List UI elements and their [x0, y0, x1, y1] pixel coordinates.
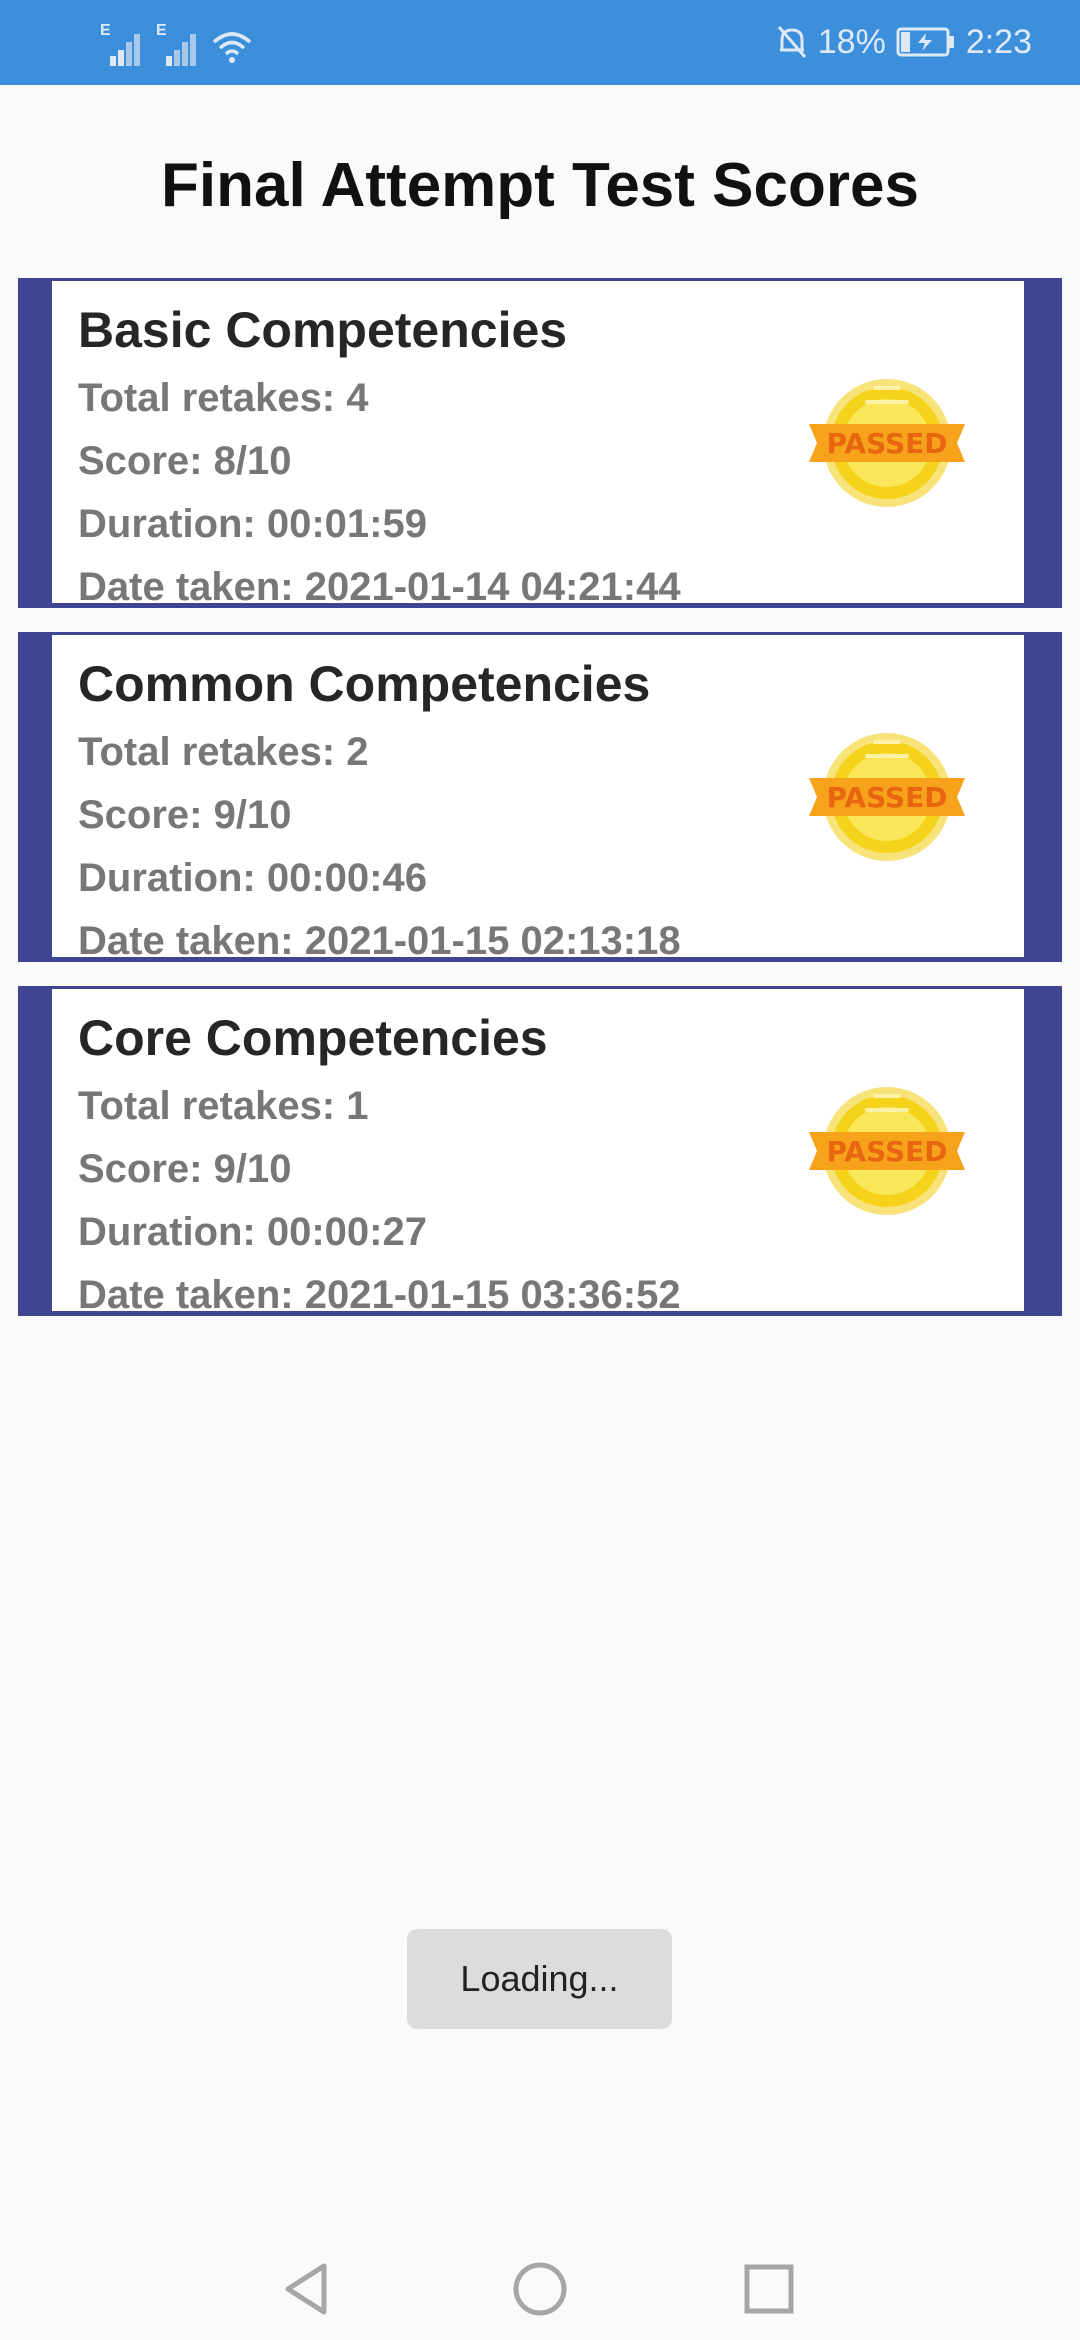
battery-charging-icon — [896, 27, 956, 57]
page-title: Final Attempt Test Scores — [161, 151, 919, 220]
score-card-common[interactable]: Common Competencies Total retakes: 2 Sco… — [18, 632, 1062, 962]
badge-text: PASSED — [826, 1135, 947, 1168]
card-title: Core Competencies — [78, 1010, 548, 1066]
score-card-body: Core Competencies Total retakes: 1 Score… — [52, 989, 1024, 1311]
card-title: Common Competencies — [78, 656, 651, 712]
signal-icon-2: E — [156, 22, 200, 66]
score-card-core[interactable]: Core Competencies Total retakes: 1 Score… — [18, 986, 1062, 1316]
score: Score: 9/10 — [78, 1147, 292, 1191]
score-card-body: Basic Competencies Total retakes: 4 Scor… — [52, 281, 1024, 603]
recents-square-icon[interactable] — [734, 2254, 804, 2324]
signal-icon-1: E — [100, 22, 144, 66]
clock: 2:23 — [965, 22, 1032, 61]
badge-text: PASSED — [826, 781, 947, 814]
card-title: Basic Competencies — [78, 302, 568, 358]
date-taken: Date taken: 2021-01-14 04:21:44 — [78, 565, 681, 603]
passed-badge-icon: PASSED — [809, 379, 965, 507]
total-retakes: Total retakes: 1 — [78, 1084, 369, 1128]
score-card-body: Common Competencies Total retakes: 2 Sco… — [52, 635, 1024, 957]
badge-text: PASSED — [826, 427, 947, 460]
score: Score: 8/10 — [78, 439, 292, 483]
network-type-label: E — [156, 22, 167, 39]
status-bar: E E 18% 2:23 — [0, 0, 1080, 85]
battery-percent: 18% — [817, 22, 886, 61]
duration: Duration: 00:00:46 — [78, 856, 427, 900]
score-card-basic[interactable]: Basic Competencies Total retakes: 4 Scor… — [18, 278, 1062, 608]
total-retakes: Total retakes: 4 — [78, 376, 369, 420]
date-taken: Date taken: 2021-01-15 02:13:18 — [78, 919, 681, 957]
passed-badge-icon: PASSED — [809, 733, 965, 861]
status-icons-right: 18% 2:23 — [776, 20, 1032, 64]
score: Score: 9/10 — [78, 793, 292, 837]
duration: Duration: 00:00:27 — [78, 1210, 427, 1254]
duration: Duration: 00:01:59 — [78, 502, 427, 546]
date-taken: Date taken: 2021-01-15 03:36:52 — [78, 1273, 681, 1311]
loading-toast: Loading... — [407, 1929, 672, 2029]
notifications-muted-icon — [776, 24, 808, 60]
wifi-icon — [212, 30, 252, 66]
status-icons-left: E E — [100, 22, 252, 66]
back-triangle-icon[interactable] — [274, 2254, 344, 2324]
passed-badge-icon: PASSED — [809, 1087, 965, 1215]
navigation-bar — [0, 2240, 1080, 2340]
network-type-label: E — [100, 22, 111, 39]
home-circle-icon[interactable] — [505, 2254, 575, 2324]
total-retakes: Total retakes: 2 — [78, 730, 369, 774]
